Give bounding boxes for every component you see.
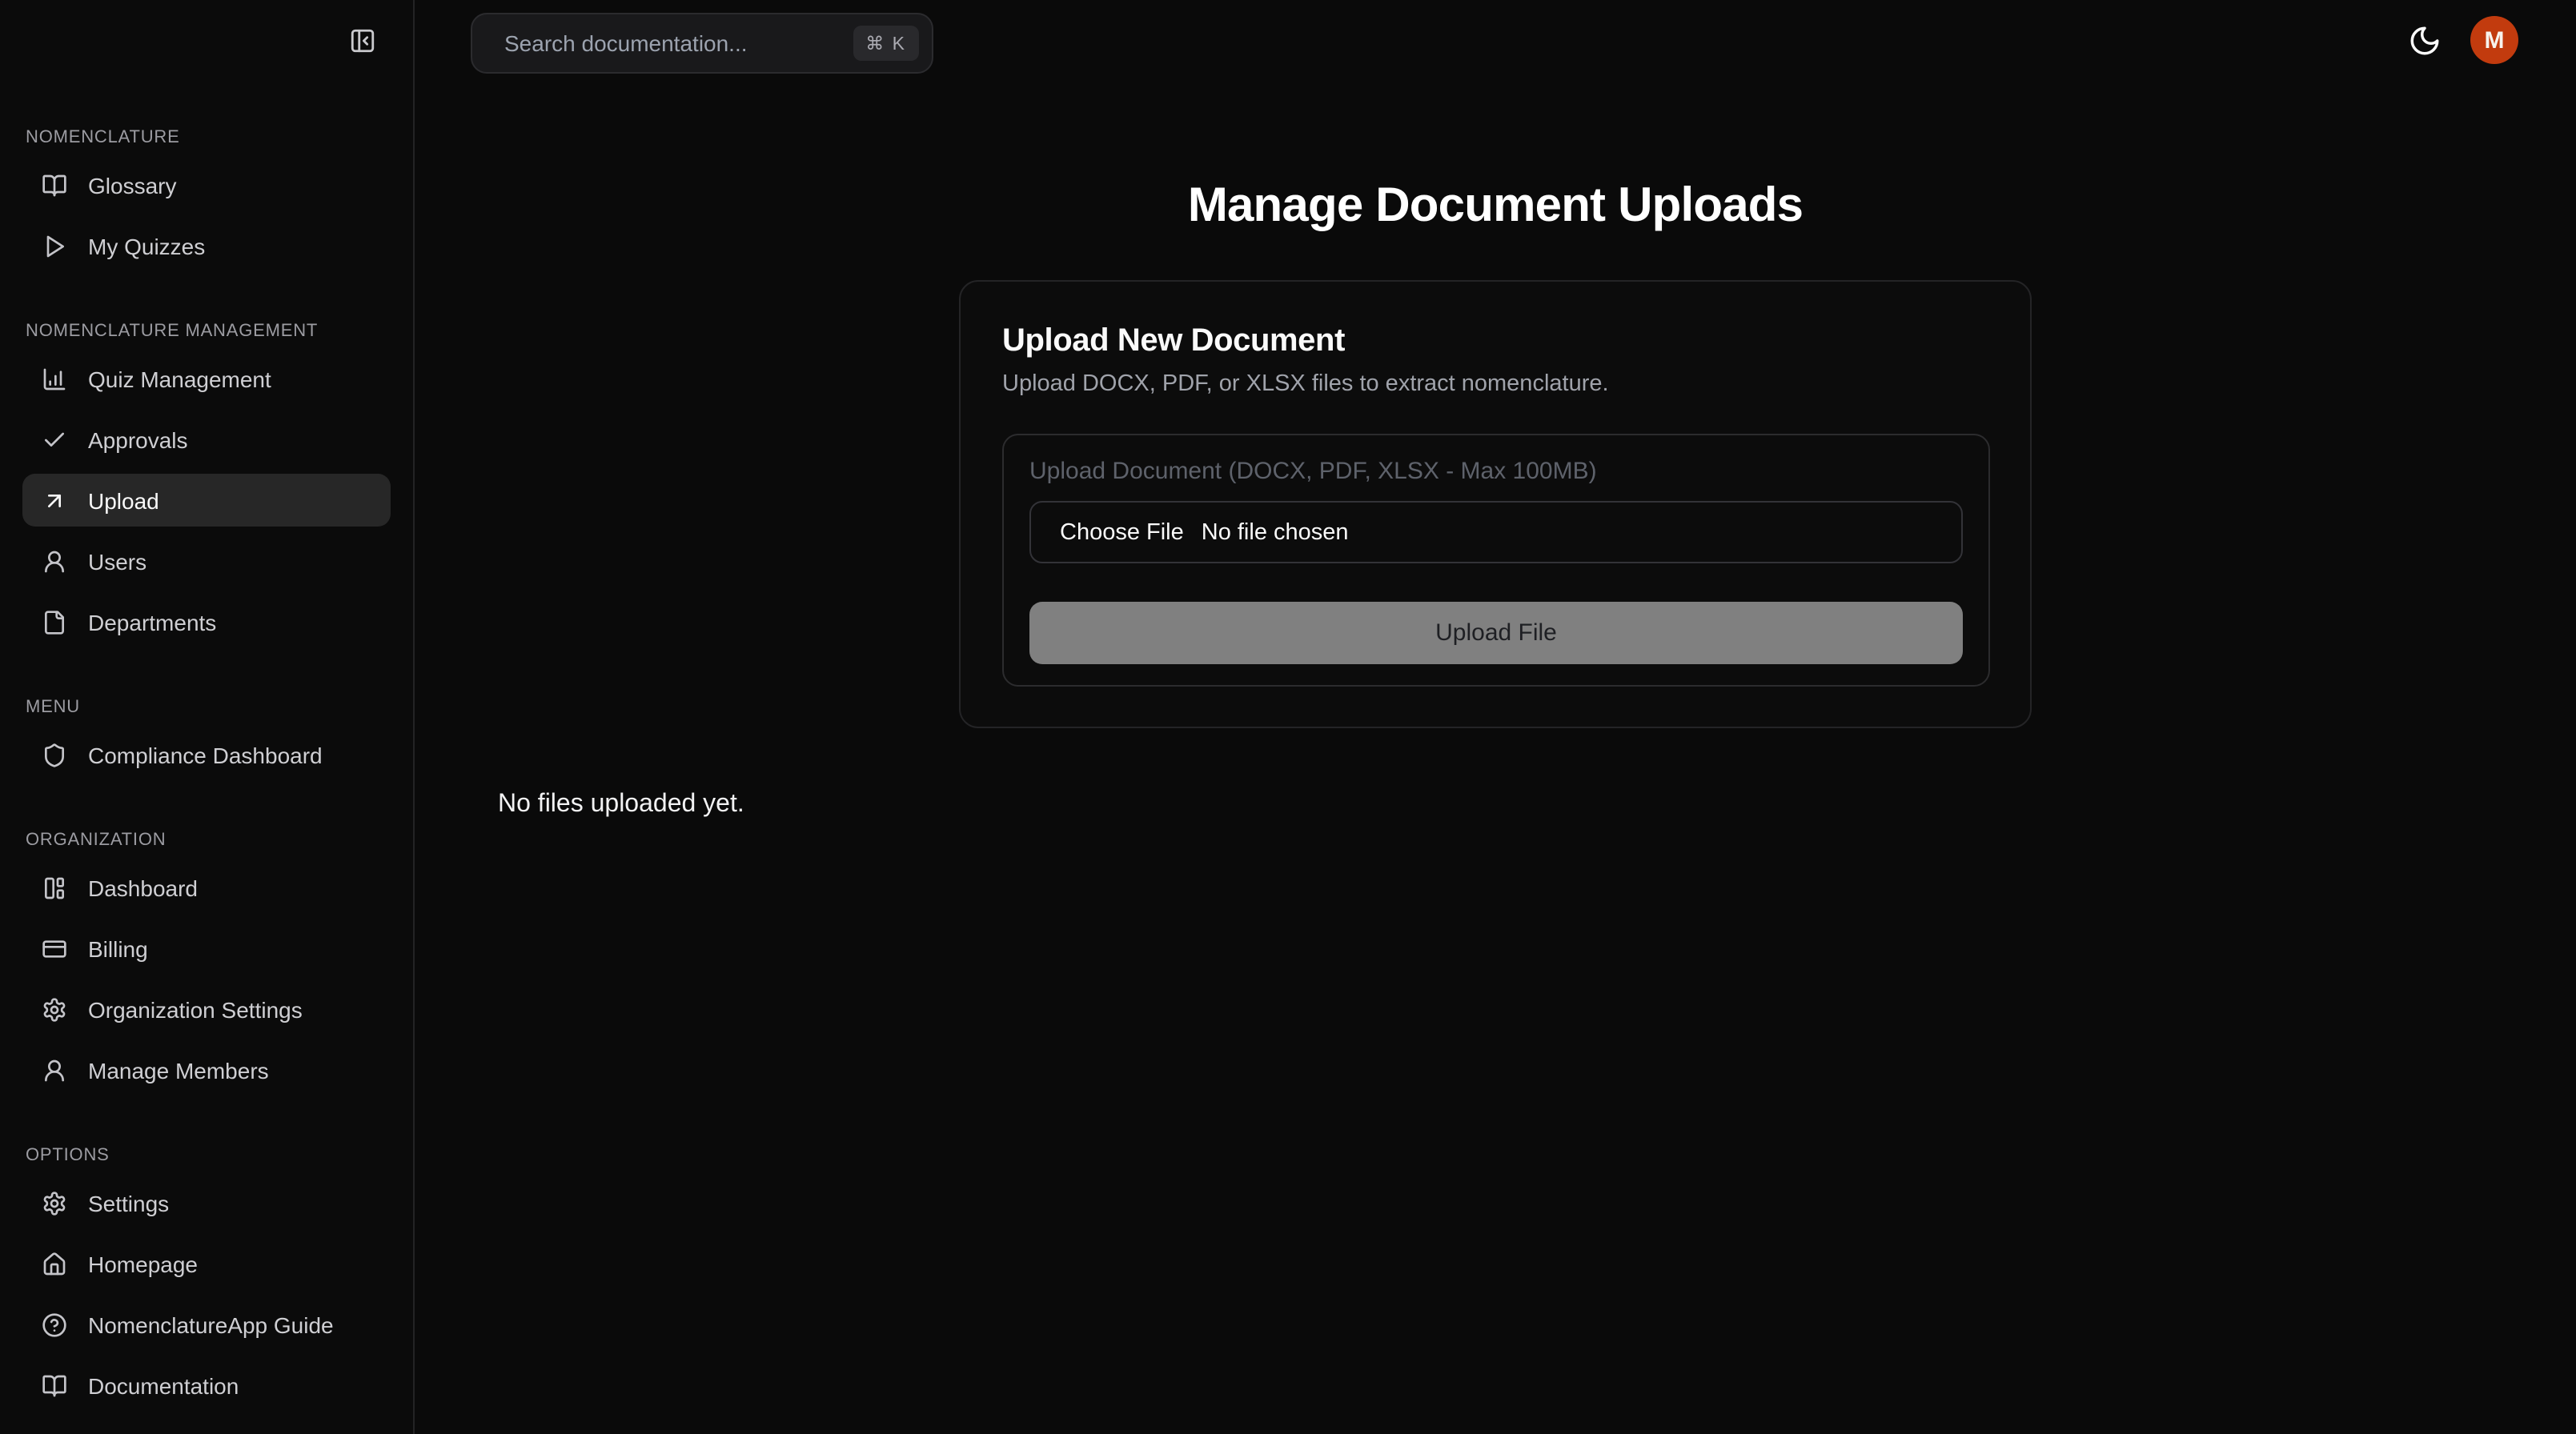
sidebar-item-label: Manage Members bbox=[88, 1057, 269, 1083]
sidebar-item-glossary[interactable]: Glossary bbox=[22, 158, 391, 211]
upload-field-label: Upload Document (DOCX, PDF, XLSX - Max 1… bbox=[1029, 459, 1963, 485]
book-open-icon bbox=[42, 172, 67, 198]
house-icon bbox=[42, 1251, 67, 1276]
sidebar-item-billing[interactable]: Billing bbox=[22, 922, 391, 975]
app-root: NOMENCLATURE Glossary My Quizzes NOMENCLATU… bbox=[0, 0, 2576, 1434]
sidebar-item-label: Homepage bbox=[88, 1251, 198, 1276]
sidebar-item-departments[interactable]: Departments bbox=[22, 595, 391, 648]
user-icon bbox=[42, 1057, 67, 1083]
gear-icon bbox=[42, 996, 67, 1022]
section-label-nomenclature-management: NOMENCLATURE MANAGEMENT bbox=[22, 322, 391, 341]
sidebar-item-nomenclatureapp-guide[interactable]: NomenclatureApp Guide bbox=[22, 1298, 391, 1351]
section-label-nomenclature: NOMENCLATURE bbox=[22, 128, 391, 147]
arrow-up-right-icon bbox=[42, 487, 67, 513]
upload-file-button[interactable]: Upload File bbox=[1029, 602, 1963, 664]
upload-card: Upload New Document Upload DOCX, PDF, or… bbox=[959, 280, 2032, 728]
panel-left-close-icon bbox=[348, 26, 375, 54]
sidebar-item-upload[interactable]: Upload bbox=[22, 474, 391, 527]
section-label-options: OPTIONS bbox=[22, 1146, 391, 1165]
file-icon bbox=[42, 609, 67, 635]
sidebar-item-manage-members[interactable]: Manage Members bbox=[22, 1043, 391, 1096]
sidebar-item-settings[interactable]: Settings bbox=[22, 1176, 391, 1229]
book-open-icon bbox=[42, 1372, 67, 1398]
play-icon bbox=[42, 233, 67, 258]
file-input[interactable]: Choose File No file chosen bbox=[1029, 501, 1963, 563]
sidebar-item-label: Upload bbox=[88, 487, 159, 513]
sidebar: NOMENCLATURE Glossary My Quizzes NOMENCLATU… bbox=[0, 0, 415, 1434]
sidebar-collapse-button[interactable] bbox=[344, 22, 379, 58]
sidebar-nav: NOMENCLATURE Glossary My Quizzes NOMENCLATU… bbox=[0, 128, 413, 1412]
sidebar-item-label: Billing bbox=[88, 935, 148, 961]
sidebar-item-organization-settings[interactable]: Organization Settings bbox=[22, 983, 391, 1035]
sidebar-item-quiz-management[interactable]: Quiz Management bbox=[22, 352, 391, 405]
circle-help-icon bbox=[42, 1312, 67, 1337]
layout-dashboard-icon bbox=[42, 875, 67, 900]
credit-card-icon bbox=[42, 935, 67, 961]
sidebar-item-label: Compliance Dashboard bbox=[88, 742, 323, 767]
sidebar-item-users[interactable]: Users bbox=[22, 535, 391, 587]
check-icon bbox=[42, 427, 67, 452]
sidebar-item-label: Users bbox=[88, 548, 146, 574]
sidebar-item-homepage[interactable]: Homepage bbox=[22, 1237, 391, 1290]
sidebar-item-dashboard[interactable]: Dashboard bbox=[22, 861, 391, 914]
sidebar-item-compliance-dashboard[interactable]: Compliance Dashboard bbox=[22, 728, 391, 781]
main-content: Manage Document Uploads Upload New Docum… bbox=[415, 0, 2576, 1434]
empty-state-text: No files uploaded yet. bbox=[498, 791, 744, 819]
section-label-organization: ORGANIZATION bbox=[22, 831, 391, 850]
upload-card-title: Upload New Document bbox=[1002, 323, 1990, 360]
sidebar-item-my-quizzes[interactable]: My Quizzes bbox=[22, 219, 391, 272]
choose-file-button[interactable]: Choose File bbox=[1060, 519, 1184, 545]
sidebar-item-label: Glossary bbox=[88, 172, 176, 198]
sidebar-item-label: Departments bbox=[88, 609, 216, 635]
file-status-text: No file chosen bbox=[1202, 519, 1349, 545]
upload-field-group: Upload Document (DOCX, PDF, XLSX - Max 1… bbox=[1002, 434, 1990, 687]
sidebar-item-label: Approvals bbox=[88, 427, 188, 452]
sidebar-item-label: Quiz Management bbox=[88, 366, 271, 391]
sidebar-item-documentation[interactable]: Documentation bbox=[22, 1359, 391, 1412]
section-label-menu: MENU bbox=[22, 698, 391, 717]
shield-icon bbox=[42, 742, 67, 767]
sidebar-item-label: Settings bbox=[88, 1190, 169, 1216]
gear-icon bbox=[42, 1190, 67, 1216]
sidebar-item-label: Dashboard bbox=[88, 875, 198, 900]
page-title: Manage Document Uploads bbox=[415, 178, 2576, 235]
upload-card-subtitle: Upload DOCX, PDF, or XLSX files to extra… bbox=[1002, 371, 1990, 397]
chart-column-icon bbox=[42, 366, 67, 391]
sidebar-item-label: Documentation bbox=[88, 1372, 239, 1398]
sidebar-item-approvals[interactable]: Approvals bbox=[22, 413, 391, 466]
sidebar-item-label: NomenclatureApp Guide bbox=[88, 1312, 334, 1337]
sidebar-item-label: Organization Settings bbox=[88, 996, 303, 1022]
user-icon bbox=[42, 548, 67, 574]
sidebar-item-label: My Quizzes bbox=[88, 233, 205, 258]
